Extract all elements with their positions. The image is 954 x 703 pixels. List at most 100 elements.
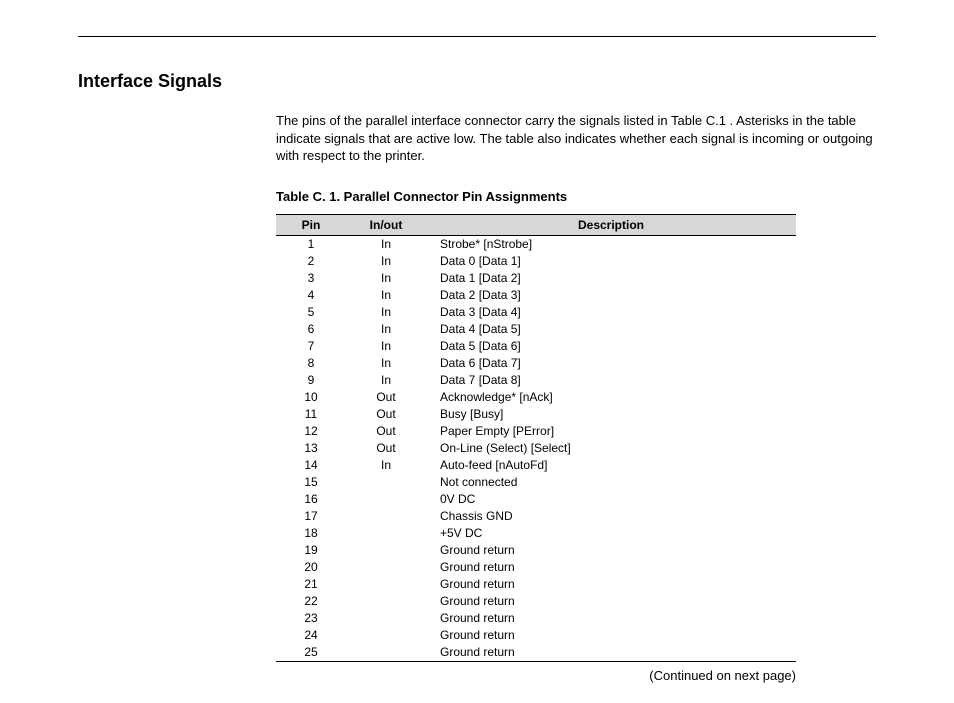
- cell-desc: Data 6 [Data 7]: [426, 355, 796, 372]
- cell-pin: 16: [276, 491, 346, 508]
- cell-pin: 21: [276, 576, 346, 593]
- cell-io: In: [346, 321, 426, 338]
- table-row: 25 Ground return: [276, 644, 796, 662]
- cell-io: In: [346, 287, 426, 304]
- table-row: 18 +5V DC: [276, 525, 796, 542]
- cell-pin: 20: [276, 559, 346, 576]
- cell-desc: Ground return: [426, 627, 796, 644]
- cell-io: Out: [346, 406, 426, 423]
- table-row: 8InData 6 [Data 7]: [276, 355, 796, 372]
- cell-io: [346, 508, 426, 525]
- table-row: 10OutAcknowledge* [nAck]: [276, 389, 796, 406]
- table-row: 4InData 2 [Data 3]: [276, 287, 796, 304]
- cell-pin: 22: [276, 593, 346, 610]
- cell-io: [346, 644, 426, 662]
- cell-pin: 12: [276, 423, 346, 440]
- cell-pin: 18: [276, 525, 346, 542]
- cell-pin: 11: [276, 406, 346, 423]
- cell-io: Out: [346, 423, 426, 440]
- cell-pin: 17: [276, 508, 346, 525]
- col-header-desc: Description: [426, 214, 796, 235]
- cell-pin: 15: [276, 474, 346, 491]
- cell-io: [346, 593, 426, 610]
- cell-desc: +5V DC: [426, 525, 796, 542]
- cell-io: [346, 491, 426, 508]
- table-row: 14InAuto-feed [nAutoFd]: [276, 457, 796, 474]
- cell-desc: Data 0 [Data 1]: [426, 253, 796, 270]
- pin-assignments-table: Pin In/out Description 1InStrobe* [nStro…: [276, 214, 796, 664]
- table-row: 1InStrobe* [nStrobe]: [276, 235, 796, 253]
- cell-desc: Chassis GND: [426, 508, 796, 525]
- table-caption: Table C. 1. Parallel Connector Pin Assig…: [276, 189, 876, 204]
- cell-pin: 3: [276, 270, 346, 287]
- table-row: 17 Chassis GND: [276, 508, 796, 525]
- cell-io: In: [346, 253, 426, 270]
- table-header-row: Pin In/out Description: [276, 214, 796, 235]
- cell-io: Out: [346, 440, 426, 457]
- table-row: 12OutPaper Empty [PError]: [276, 423, 796, 440]
- table-row: 11OutBusy [Busy]: [276, 406, 796, 423]
- cell-io: [346, 576, 426, 593]
- cell-io: In: [346, 355, 426, 372]
- table-row: 23 Ground return: [276, 610, 796, 627]
- top-rule: [78, 36, 876, 37]
- table-row: 19Ground return: [276, 542, 796, 559]
- section-heading: Interface Signals: [78, 71, 876, 92]
- cell-io: In: [346, 338, 426, 355]
- cell-desc: Data 5 [Data 6]: [426, 338, 796, 355]
- cell-desc: Busy [Busy]: [426, 406, 796, 423]
- table-row: 9InData 7 [Data 8]: [276, 372, 796, 389]
- cell-desc: Strobe* [nStrobe]: [426, 235, 796, 253]
- cell-io: [346, 627, 426, 644]
- cell-desc: Ground return: [426, 593, 796, 610]
- cell-pin: 10: [276, 389, 346, 406]
- table-row: 22 Ground return: [276, 593, 796, 610]
- cell-pin: 1: [276, 235, 346, 253]
- cell-desc: Data 2 [Data 3]: [426, 287, 796, 304]
- table-row: 21 Ground return: [276, 576, 796, 593]
- cell-pin: 7: [276, 338, 346, 355]
- table-row: 6InData 4 [Data 5]: [276, 321, 796, 338]
- cell-pin: 23: [276, 610, 346, 627]
- cell-pin: 4: [276, 287, 346, 304]
- table-row: 5InData 3 [Data 4]: [276, 304, 796, 321]
- cell-pin: 14: [276, 457, 346, 474]
- table-row: 13OutOn-Line (Select) [Select]: [276, 440, 796, 457]
- cell-pin: 8: [276, 355, 346, 372]
- table-row: 16 0V DC: [276, 491, 796, 508]
- table-row: 15 Not connected: [276, 474, 796, 491]
- cell-desc: Auto-feed [nAutoFd]: [426, 457, 796, 474]
- table-bottom-rule: [276, 661, 796, 664]
- cell-io: In: [346, 270, 426, 287]
- cell-desc: Ground return: [426, 610, 796, 627]
- cell-desc: Data 7 [Data 8]: [426, 372, 796, 389]
- cell-io: [346, 610, 426, 627]
- cell-pin: 25: [276, 644, 346, 662]
- table-row: 2InData 0 [Data 1]: [276, 253, 796, 270]
- cell-pin: 13: [276, 440, 346, 457]
- cell-io: Out: [346, 389, 426, 406]
- cell-io: [346, 525, 426, 542]
- cell-desc: Ground return: [426, 644, 796, 662]
- cell-io: [346, 542, 426, 559]
- cell-pin: 24: [276, 627, 346, 644]
- cell-desc: Data 3 [Data 4]: [426, 304, 796, 321]
- cell-desc: Ground return: [426, 559, 796, 576]
- cell-io: [346, 559, 426, 576]
- cell-desc: On-Line (Select) [Select]: [426, 440, 796, 457]
- cell-desc: Not connected: [426, 474, 796, 491]
- table-row: 24 Ground return: [276, 627, 796, 644]
- cell-desc: Data 4 [Data 5]: [426, 321, 796, 338]
- cell-desc: Ground return: [426, 542, 796, 559]
- cell-desc: Data 1 [Data 2]: [426, 270, 796, 287]
- cell-desc: 0V DC: [426, 491, 796, 508]
- cell-desc: Paper Empty [PError]: [426, 423, 796, 440]
- cell-desc: Ground return: [426, 576, 796, 593]
- continued-note: (Continued on next page): [276, 668, 796, 683]
- cell-io: In: [346, 372, 426, 389]
- cell-io: In: [346, 304, 426, 321]
- cell-pin: 6: [276, 321, 346, 338]
- cell-pin: 9: [276, 372, 346, 389]
- col-header-pin: Pin: [276, 214, 346, 235]
- cell-io: In: [346, 235, 426, 253]
